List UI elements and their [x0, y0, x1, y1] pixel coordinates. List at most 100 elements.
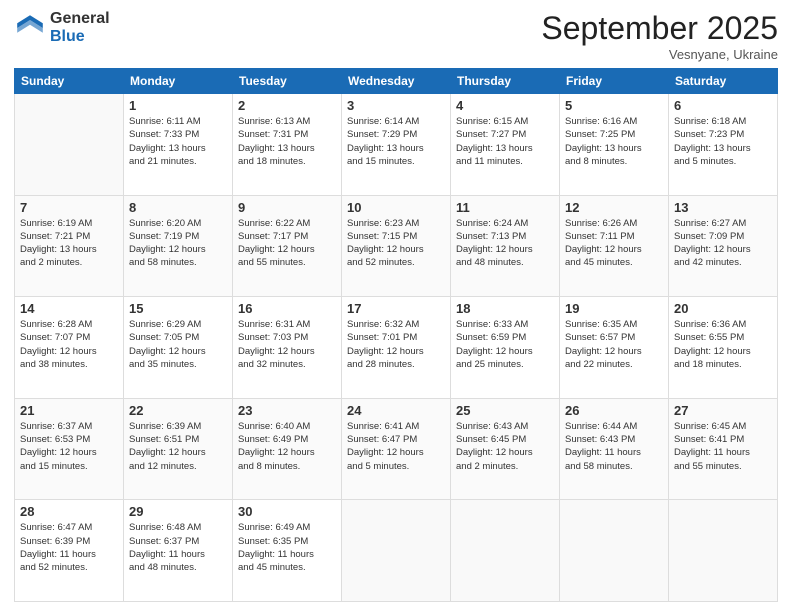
day-number: 3 — [347, 98, 445, 113]
day-number: 2 — [238, 98, 336, 113]
day-number: 25 — [456, 403, 554, 418]
day-number: 10 — [347, 200, 445, 215]
calendar-cell: 7 Sunrise: 6:19 AM Sunset: 7:21 PM Daylig… — [15, 195, 124, 297]
day-number: 8 — [129, 200, 227, 215]
day-info: Sunrise: 6:32 AM Sunset: 7:01 PM Dayligh… — [347, 318, 445, 371]
day-number: 18 — [456, 301, 554, 316]
calendar-cell — [560, 500, 669, 602]
day-info: Sunrise: 6:18 AM Sunset: 7:23 PM Dayligh… — [674, 115, 772, 168]
day-number: 30 — [238, 504, 336, 519]
day-number: 20 — [674, 301, 772, 316]
title-section: September 2025 Vesnyane, Ukraine — [541, 10, 778, 62]
month-title: September 2025 — [541, 10, 778, 47]
day-info: Sunrise: 6:49 AM Sunset: 6:35 PM Dayligh… — [238, 521, 336, 574]
day-info: Sunrise: 6:35 AM Sunset: 6:57 PM Dayligh… — [565, 318, 663, 371]
calendar-cell: 2 Sunrise: 6:13 AM Sunset: 7:31 PM Daylig… — [233, 94, 342, 196]
calendar-cell — [342, 500, 451, 602]
calendar-cell: 24Sunrise: 6:41 AM Sunset: 6:47 PM Dayli… — [342, 398, 451, 500]
day-number: 4 — [456, 98, 554, 113]
calendar-week-5: 28Sunrise: 6:47 AM Sunset: 6:39 PM Dayli… — [15, 500, 778, 602]
calendar-cell: 30 Sunrise: 6:49 AM Sunset: 6:35 PM Dayli… — [233, 500, 342, 602]
calendar-cell: 11Sunrise: 6:24 AM Sunset: 7:13 PM Dayli… — [451, 195, 560, 297]
day-number: 16 — [238, 301, 336, 316]
day-info: Sunrise: 6:27 AM Sunset: 7:09 PM Dayligh… — [674, 217, 772, 270]
day-number: 12 — [565, 200, 663, 215]
calendar-cell: 26Sunrise: 6:44 AM Sunset: 6:43 PM Dayli… — [560, 398, 669, 500]
day-info: Sunrise: 6:14 AM Sunset: 7:29 PM Dayligh… — [347, 115, 445, 168]
header: General Blue September 2025 Vesnyane, Uk… — [14, 10, 778, 62]
location-subtitle: Vesnyane, Ukraine — [541, 47, 778, 62]
calendar-cell: 18Sunrise: 6:33 AM Sunset: 6:59 PM Dayli… — [451, 297, 560, 399]
logo-text: General Blue — [50, 10, 110, 45]
calendar-cell: 6 Sunrise: 6:18 AM Sunset: 7:23 PM Daylig… — [669, 94, 778, 196]
day-number: 22 — [129, 403, 227, 418]
day-info: Sunrise: 6:26 AM Sunset: 7:11 PM Dayligh… — [565, 217, 663, 270]
calendar-cell — [451, 500, 560, 602]
weekday-header-friday: Friday — [560, 69, 669, 94]
day-number: 21 — [20, 403, 118, 418]
day-number: 27 — [674, 403, 772, 418]
calendar-cell: 22 Sunrise: 6:39 AM Sunset: 6:51 PM Dayli… — [124, 398, 233, 500]
calendar-cell: 17 Sunrise: 6:32 AM Sunset: 7:01 PM Dayli… — [342, 297, 451, 399]
day-info: Sunrise: 6:39 AM Sunset: 6:51 PM Dayligh… — [129, 420, 227, 473]
day-info: Sunrise: 6:31 AM Sunset: 7:03 PM Dayligh… — [238, 318, 336, 371]
header-row: SundayMondayTuesdayWednesdayThursdayFrid… — [15, 69, 778, 94]
calendar-cell: 21Sunrise: 6:37 AM Sunset: 6:53 PM Dayli… — [15, 398, 124, 500]
calendar-cell: 19 Sunrise: 6:35 AM Sunset: 6:57 PM Dayli… — [560, 297, 669, 399]
calendar-cell: 13Sunrise: 6:27 AM Sunset: 7:09 PM Dayli… — [669, 195, 778, 297]
calendar-cell: 8 Sunrise: 6:20 AM Sunset: 7:19 PM Daylig… — [124, 195, 233, 297]
day-number: 1 — [129, 98, 227, 113]
calendar-cell: 1 Sunrise: 6:11 AM Sunset: 7:33 PM Daylig… — [124, 94, 233, 196]
logo-general: General — [50, 10, 110, 28]
day-info: Sunrise: 6:19 AM Sunset: 7:21 PM Dayligh… — [20, 217, 118, 270]
weekday-header-wednesday: Wednesday — [342, 69, 451, 94]
day-number: 15 — [129, 301, 227, 316]
calendar-cell: 23Sunrise: 6:40 AM Sunset: 6:49 PM Dayli… — [233, 398, 342, 500]
day-info: Sunrise: 6:36 AM Sunset: 6:55 PM Dayligh… — [674, 318, 772, 371]
day-number: 5 — [565, 98, 663, 113]
day-info: Sunrise: 6:13 AM Sunset: 7:31 PM Dayligh… — [238, 115, 336, 168]
logo-icon — [14, 12, 46, 44]
day-number: 6 — [674, 98, 772, 113]
day-info: Sunrise: 6:20 AM Sunset: 7:19 PM Dayligh… — [129, 217, 227, 270]
calendar-week-1: 1 Sunrise: 6:11 AM Sunset: 7:33 PM Daylig… — [15, 94, 778, 196]
day-info: Sunrise: 6:15 AM Sunset: 7:27 PM Dayligh… — [456, 115, 554, 168]
day-number: 9 — [238, 200, 336, 215]
day-info: Sunrise: 6:45 AM Sunset: 6:41 PM Dayligh… — [674, 420, 772, 473]
calendar-cell: 28Sunrise: 6:47 AM Sunset: 6:39 PM Dayli… — [15, 500, 124, 602]
calendar-cell: 16 Sunrise: 6:31 AM Sunset: 7:03 PM Dayli… — [233, 297, 342, 399]
calendar-cell: 10 Sunrise: 6:23 AM Sunset: 7:15 PM Dayli… — [342, 195, 451, 297]
calendar-cell: 12 Sunrise: 6:26 AM Sunset: 7:11 PM Dayli… — [560, 195, 669, 297]
logo: General Blue — [14, 10, 110, 45]
calendar-cell: 20 Sunrise: 6:36 AM Sunset: 6:55 PM Dayli… — [669, 297, 778, 399]
calendar-cell: 29Sunrise: 6:48 AM Sunset: 6:37 PM Dayli… — [124, 500, 233, 602]
page: General Blue September 2025 Vesnyane, Uk… — [0, 0, 792, 612]
day-number: 19 — [565, 301, 663, 316]
weekday-header-sunday: Sunday — [15, 69, 124, 94]
day-info: Sunrise: 6:24 AM Sunset: 7:13 PM Dayligh… — [456, 217, 554, 270]
calendar-cell — [669, 500, 778, 602]
day-info: Sunrise: 6:40 AM Sunset: 6:49 PM Dayligh… — [238, 420, 336, 473]
calendar-cell: 14Sunrise: 6:28 AM Sunset: 7:07 PM Dayli… — [15, 297, 124, 399]
day-info: Sunrise: 6:22 AM Sunset: 7:17 PM Dayligh… — [238, 217, 336, 270]
weekday-header-thursday: Thursday — [451, 69, 560, 94]
calendar-cell: 4 Sunrise: 6:15 AM Sunset: 7:27 PM Daylig… — [451, 94, 560, 196]
logo-blue: Blue — [50, 28, 110, 46]
day-number: 14 — [20, 301, 118, 316]
day-info: Sunrise: 6:16 AM Sunset: 7:25 PM Dayligh… — [565, 115, 663, 168]
calendar-table: SundayMondayTuesdayWednesdayThursdayFrid… — [14, 68, 778, 602]
calendar-cell: 27 Sunrise: 6:45 AM Sunset: 6:41 PM Dayli… — [669, 398, 778, 500]
day-number: 28 — [20, 504, 118, 519]
day-info: Sunrise: 6:29 AM Sunset: 7:05 PM Dayligh… — [129, 318, 227, 371]
day-number: 17 — [347, 301, 445, 316]
weekday-header-monday: Monday — [124, 69, 233, 94]
day-info: Sunrise: 6:43 AM Sunset: 6:45 PM Dayligh… — [456, 420, 554, 473]
day-info: Sunrise: 6:11 AM Sunset: 7:33 PM Dayligh… — [129, 115, 227, 168]
weekday-header-saturday: Saturday — [669, 69, 778, 94]
calendar-week-2: 7 Sunrise: 6:19 AM Sunset: 7:21 PM Daylig… — [15, 195, 778, 297]
day-info: Sunrise: 6:23 AM Sunset: 7:15 PM Dayligh… — [347, 217, 445, 270]
day-info: Sunrise: 6:48 AM Sunset: 6:37 PM Dayligh… — [129, 521, 227, 574]
day-number: 7 — [20, 200, 118, 215]
day-info: Sunrise: 6:44 AM Sunset: 6:43 PM Dayligh… — [565, 420, 663, 473]
calendar-week-4: 21Sunrise: 6:37 AM Sunset: 6:53 PM Dayli… — [15, 398, 778, 500]
